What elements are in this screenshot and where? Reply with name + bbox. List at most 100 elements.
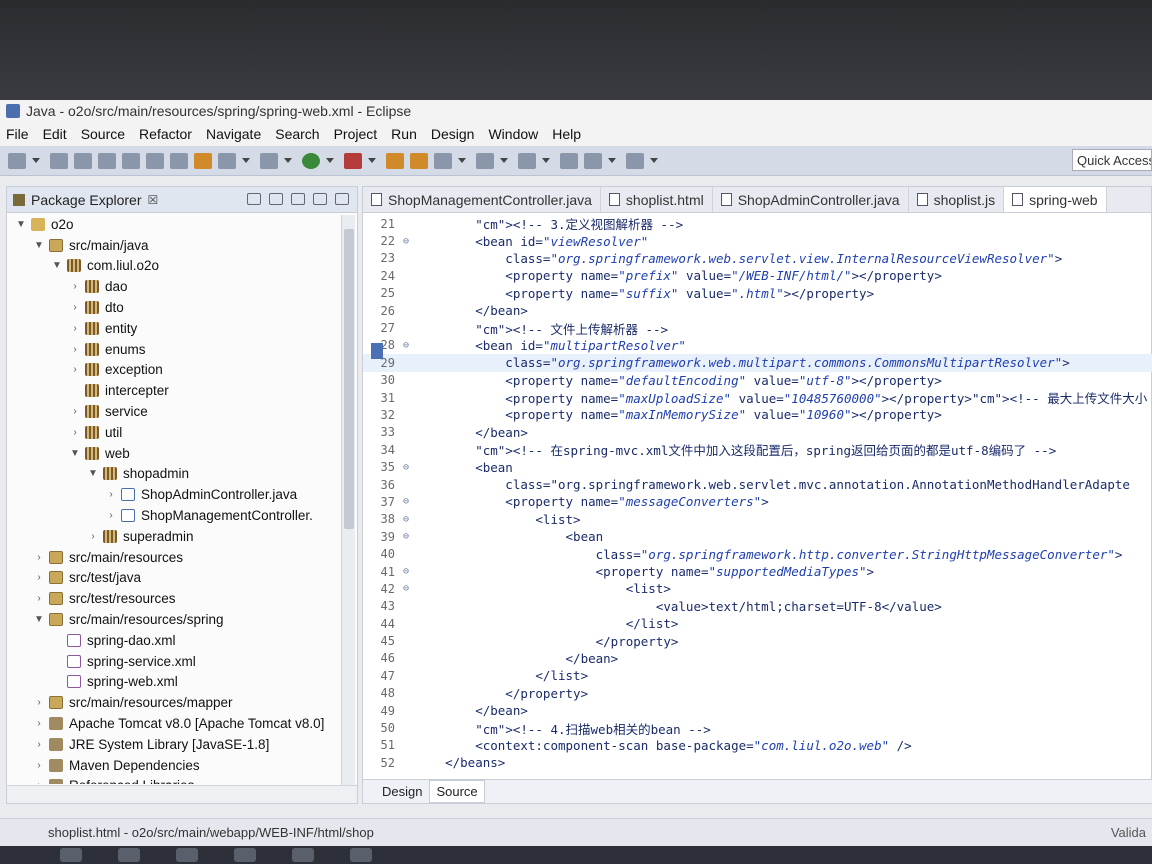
external-tools-dropdown-icon[interactable] bbox=[368, 158, 376, 163]
tree-item[interactable]: › src/main/resources/mapper bbox=[7, 692, 341, 713]
expanded-icon[interactable]: ▼ bbox=[33, 614, 45, 625]
menu-edit[interactable]: Edit bbox=[43, 126, 67, 142]
tree-item[interactable]: ▼ web bbox=[7, 443, 341, 464]
expanded-icon[interactable]: ▼ bbox=[51, 260, 63, 271]
code-line[interactable]: 39 ⊖ <bean bbox=[363, 528, 1152, 545]
run-dropdown-icon[interactable] bbox=[326, 158, 334, 163]
menu-file[interactable]: File bbox=[6, 126, 29, 142]
next-annotation-dropdown-icon[interactable] bbox=[500, 158, 508, 163]
editor-tab[interactable]: spring-web bbox=[1004, 187, 1107, 212]
save-all-icon[interactable] bbox=[74, 152, 92, 169]
expanded-icon[interactable]: ▼ bbox=[69, 448, 81, 459]
tree-item[interactable]: › Referenced Libraries bbox=[7, 776, 341, 784]
collapsed-icon[interactable]: › bbox=[33, 572, 45, 583]
explorer-horizontal-scrollbar[interactable] bbox=[7, 785, 357, 803]
code-line[interactable]: 40 class="org.springframework.http.conve… bbox=[363, 545, 1152, 562]
tree-item[interactable]: › ShopAdminController.java bbox=[7, 484, 341, 505]
tree-item[interactable]: › src/main/resources bbox=[7, 547, 341, 568]
fold-toggle-icon[interactable]: ⊖ bbox=[403, 566, 415, 577]
code-line[interactable]: 21 "cm"><!-- 3.定义视图解析器 --> bbox=[363, 215, 1152, 233]
tree-item[interactable]: spring-web.xml bbox=[7, 672, 341, 693]
tree-item[interactable]: › src/test/java bbox=[7, 568, 341, 589]
package-explorer-tab[interactable]: Package Explorer ☒ bbox=[7, 187, 357, 213]
code-line[interactable]: 25 <property name="suffix" value=".html"… bbox=[363, 285, 1152, 302]
menu-project[interactable]: Project bbox=[334, 126, 378, 142]
collapse-all-icon[interactable] bbox=[247, 193, 261, 205]
code-line[interactable]: 38 ⊖ <list> bbox=[363, 511, 1152, 528]
expanded-icon[interactable]: ▼ bbox=[33, 240, 45, 251]
code-line[interactable]: 22 ⊖ <bean id="viewResolver" bbox=[363, 232, 1152, 249]
collapsed-icon[interactable]: › bbox=[87, 531, 99, 542]
code-line[interactable]: 43 <value>text/html;charset=UTF-8</value… bbox=[363, 598, 1152, 615]
code-line[interactable]: 46 </bean> bbox=[363, 650, 1152, 667]
quick-access-field[interactable]: Quick Access bbox=[1072, 149, 1152, 171]
tree-item[interactable]: ▼ shopadmin bbox=[7, 464, 341, 485]
taskbar-app-icon[interactable] bbox=[292, 848, 314, 862]
build-icon[interactable] bbox=[122, 152, 140, 169]
new-icon[interactable] bbox=[8, 152, 26, 169]
code-line[interactable]: 35 ⊖ <bean bbox=[363, 458, 1152, 475]
pen-icon[interactable] bbox=[434, 152, 452, 169]
new-dropdown-icon[interactable] bbox=[32, 158, 40, 163]
back-dropdown-icon[interactable] bbox=[608, 158, 616, 163]
last-edit-icon[interactable] bbox=[560, 152, 578, 169]
menu-window[interactable]: Window bbox=[488, 126, 538, 142]
tree-item[interactable]: › JRE System Library [JavaSE-1.8] bbox=[7, 734, 341, 755]
fold-toggle-icon[interactable]: ⊖ bbox=[403, 583, 415, 594]
debug-dropdown-icon[interactable] bbox=[284, 158, 292, 163]
pen-dropdown-icon[interactable] bbox=[458, 158, 466, 163]
tree-item[interactable]: spring-dao.xml bbox=[7, 630, 341, 651]
collapsed-icon[interactable]: › bbox=[33, 552, 45, 563]
external-tools-icon[interactable] bbox=[344, 152, 362, 169]
collapsed-icon[interactable]: › bbox=[69, 323, 81, 334]
tree-item[interactable]: › superadmin bbox=[7, 526, 341, 547]
code-line[interactable]: 33 </bean> bbox=[363, 424, 1152, 441]
link-with-editor-icon[interactable] bbox=[269, 193, 283, 205]
menu-run[interactable]: Run bbox=[391, 126, 417, 142]
console-icon[interactable] bbox=[146, 152, 164, 169]
next-annotation-icon[interactable] bbox=[476, 152, 494, 169]
code-line[interactable]: 29 class="org.springframework.web.multip… bbox=[363, 354, 1152, 372]
run-icon[interactable] bbox=[302, 152, 320, 169]
fold-toggle-icon[interactable]: ⊖ bbox=[403, 340, 415, 351]
tree-item[interactable]: ▼ src/main/java bbox=[7, 235, 341, 256]
code-line[interactable]: 37 ⊖ <property name="messageConverters"> bbox=[363, 493, 1152, 510]
collapsed-icon[interactable]: › bbox=[105, 489, 117, 500]
tree-item[interactable]: ▼ src/main/resources/spring bbox=[7, 609, 341, 630]
back-icon[interactable] bbox=[584, 152, 602, 169]
menu-source[interactable]: Source bbox=[81, 126, 125, 142]
code-line[interactable]: 41 ⊖ <property name="supportedMediaTypes"… bbox=[363, 563, 1152, 580]
code-line[interactable]: 27 "cm"><!-- 文件上传解析器 --> bbox=[363, 319, 1152, 337]
tree-item[interactable]: › exception bbox=[7, 360, 341, 381]
code-line[interactable]: 31 <property name="maxUploadSize" value=… bbox=[363, 389, 1152, 407]
code-line[interactable]: 48 </property> bbox=[363, 685, 1152, 702]
tree-item[interactable]: › dao bbox=[7, 276, 341, 297]
tree-item[interactable]: › src/test/resources bbox=[7, 588, 341, 609]
menu-design[interactable]: Design bbox=[431, 126, 475, 142]
tree-item[interactable]: › service bbox=[7, 401, 341, 422]
code-line[interactable]: 51 <context:component-scan base-package=… bbox=[363, 737, 1152, 754]
scroll-thumb[interactable] bbox=[344, 229, 354, 529]
code-line[interactable]: 28 ⊖ <bean id="multipartResolver" bbox=[363, 337, 1152, 354]
view-menu-icon[interactable] bbox=[291, 193, 305, 205]
tree-item[interactable]: spring-service.xml bbox=[7, 651, 341, 672]
taskbar-app-icon[interactable] bbox=[234, 848, 256, 862]
save-icon[interactable] bbox=[50, 152, 68, 169]
code-line[interactable]: 52 </beans> bbox=[363, 754, 1152, 771]
code-area[interactable]: 21 "cm"><!-- 3.定义视图解析器 --> 22 ⊖ <bean id="… bbox=[363, 215, 1152, 775]
mode-tab-source[interactable]: Source bbox=[429, 780, 485, 803]
code-line[interactable]: 23 class="org.springframework.web.servle… bbox=[363, 250, 1152, 267]
code-line[interactable]: 45 </property> bbox=[363, 632, 1152, 649]
forward-icon[interactable] bbox=[626, 152, 644, 169]
collapsed-icon[interactable]: › bbox=[33, 697, 45, 708]
collapsed-icon[interactable]: › bbox=[33, 718, 45, 729]
editor-tab[interactable]: ShopManagementController.java bbox=[363, 187, 601, 212]
tree-item[interactable]: › ShopManagementController. bbox=[7, 505, 341, 526]
menu-refactor[interactable]: Refactor bbox=[139, 126, 192, 142]
tree-item[interactable]: › dto bbox=[7, 297, 341, 318]
collapsed-icon[interactable]: › bbox=[69, 406, 81, 417]
taskbar-app-icon[interactable] bbox=[118, 848, 140, 862]
open-folder-icon[interactable] bbox=[386, 152, 404, 169]
editor-tab[interactable]: ShopAdminController.java bbox=[713, 187, 909, 212]
collapsed-icon[interactable]: › bbox=[69, 281, 81, 292]
